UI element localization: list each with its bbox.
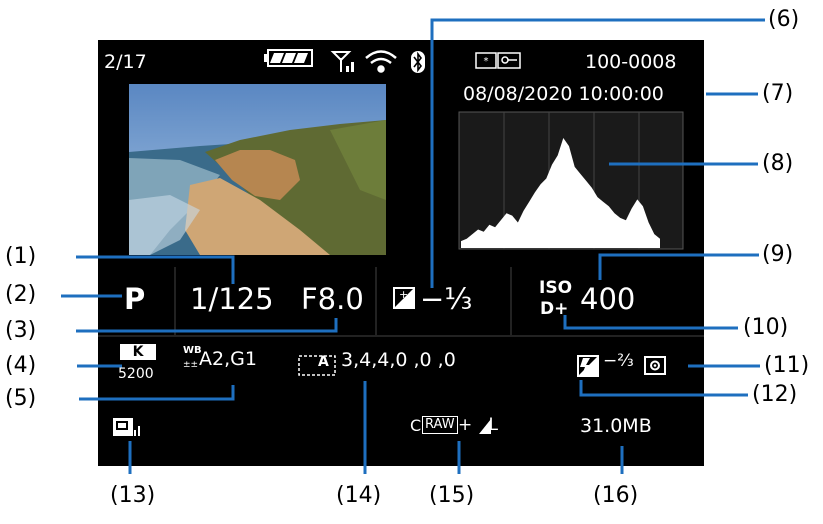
flash-comp-value: −⅔ xyxy=(603,351,634,371)
iso-label: ISO xyxy=(539,278,573,298)
jpeg-quality: + L xyxy=(458,415,498,435)
protect-icon xyxy=(497,52,521,69)
callout-12: (12) xyxy=(752,382,798,407)
wb-shift-icon: ±± xyxy=(183,360,199,370)
overlay-graphics: * + xyxy=(61,18,765,474)
callout-4: (4) xyxy=(5,353,37,378)
flash-comp-icon xyxy=(577,355,599,377)
picture-style-icon xyxy=(298,355,336,376)
callout-16: (16) xyxy=(593,483,639,508)
highlight-priority: D+ xyxy=(540,299,569,319)
battery-icon xyxy=(264,49,313,67)
lens-correction-icon xyxy=(113,418,140,436)
exposure-comp-value: −⅓ xyxy=(420,282,473,316)
shutter-speed: 1/125 xyxy=(190,282,274,316)
callout-7: (7) xyxy=(762,81,794,106)
raw-badge: RAW xyxy=(422,416,458,434)
picture-style-badge: A xyxy=(318,354,329,370)
folder-file-number: 100-0008 xyxy=(585,51,677,73)
rating-icon: * xyxy=(475,52,497,69)
callout-14: (14) xyxy=(336,483,382,508)
callout-3: (3) xyxy=(5,318,37,343)
wifi-icon xyxy=(365,50,397,73)
callout-13: (13) xyxy=(110,483,156,508)
callout-8: (8) xyxy=(762,151,794,176)
callout-6: (6) xyxy=(768,7,800,32)
shooting-mode: P xyxy=(124,282,146,316)
callout-5: (5) xyxy=(5,386,37,411)
callout-1: (1) xyxy=(5,244,37,269)
diagram: * + 2/17 100-0008 08/08/2020 10:00:00 P … xyxy=(0,0,823,524)
svg-text:+: + xyxy=(399,288,408,301)
color-temp-value: 5200 xyxy=(118,366,154,382)
callout-10: (10) xyxy=(743,315,789,340)
photo-thumbnail xyxy=(129,84,386,255)
metering-icon xyxy=(644,356,666,375)
shooting-datetime: 08/08/2020 10:00:00 xyxy=(463,83,664,105)
bluetooth-icon xyxy=(411,51,425,73)
color-temp-badge: K xyxy=(120,344,156,360)
svg-text:*: * xyxy=(484,56,489,67)
raw-prefix: C xyxy=(410,416,422,435)
iso-value: 400 xyxy=(580,282,636,316)
wb-shift-value: A2,G1 xyxy=(199,348,257,370)
signal-icon xyxy=(330,51,354,72)
callout-9: (9) xyxy=(762,242,794,267)
picture-style-values: 3,4,4,0 ,0 ,0 xyxy=(341,349,456,371)
exposure-comp-icon: + xyxy=(393,287,415,309)
callout-2: (2) xyxy=(5,282,37,307)
callout-11: (11) xyxy=(764,353,810,378)
file-size: 31.0MB xyxy=(580,415,652,437)
image-number: 2/17 xyxy=(104,51,147,73)
histogram xyxy=(458,111,684,250)
aperture-value: F8.0 xyxy=(301,282,364,316)
callout-15: (15) xyxy=(429,483,475,508)
